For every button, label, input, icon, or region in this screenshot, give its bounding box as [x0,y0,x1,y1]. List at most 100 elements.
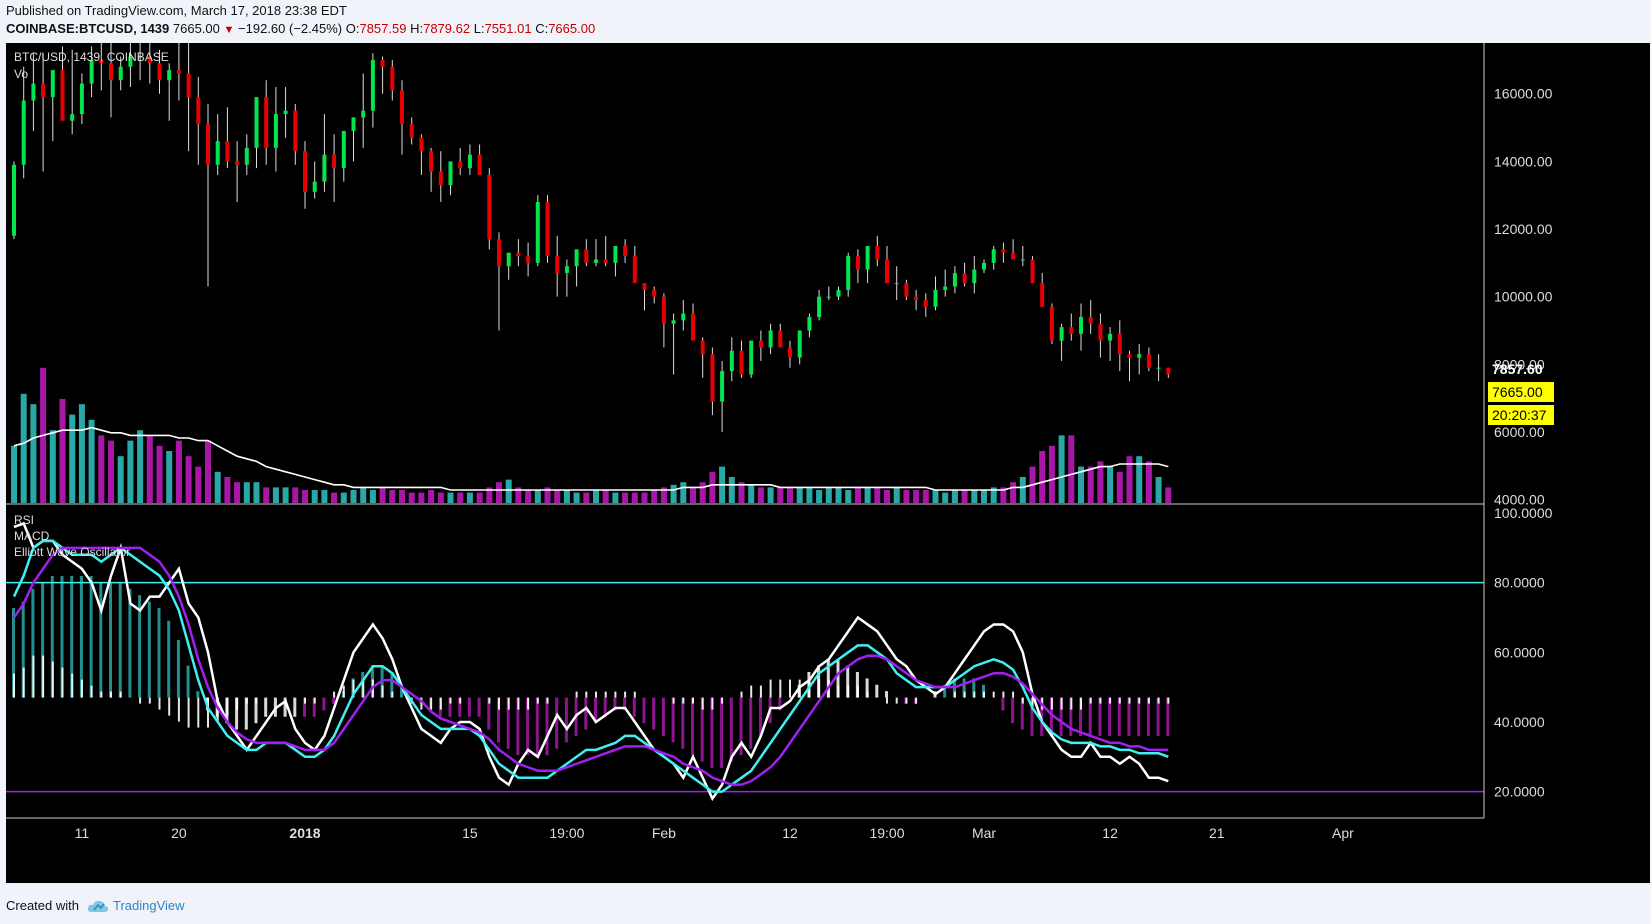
candle-body [865,245,870,270]
macd-histogram-bar [701,697,704,710]
volume-bar [835,487,842,503]
candle-body [535,201,540,263]
volume-bar [913,490,920,503]
volume-bar [30,404,37,503]
volume-bar [893,487,900,503]
ewo-bar [642,697,646,724]
candle-body [623,245,628,257]
oscillator-tick-label: 60.0000 [1494,644,1545,660]
macd-histogram-bar [245,697,248,704]
macd-histogram-bar [13,673,15,698]
last-price: 7665.00 [172,21,220,36]
volume-bar [1010,482,1017,503]
volume-bar [922,490,929,503]
countdown-label: 20:20:37 [1492,407,1547,423]
ewo-bar [1011,697,1015,724]
volume-bar [932,490,939,503]
macd-histogram-bar [488,697,491,704]
macd-histogram-bar [80,679,83,698]
volume-bar [428,490,435,503]
ewo-bar [186,665,190,698]
volume-bar [757,487,764,503]
macd-histogram-bar [847,685,850,698]
macd-histogram-bar [1109,697,1112,704]
candle-body [914,296,919,301]
candle-body [700,340,705,355]
candle-body [1137,354,1142,358]
macd-histogram-bar [633,691,636,698]
symbol-label: COINBASE:BTCUSD, 1439 [6,21,170,36]
macd-histogram-bar [895,697,898,704]
volume-bar [175,440,182,503]
volume-bar [942,492,949,503]
high-label: H: [410,21,424,36]
ewo-bar [875,684,879,698]
ewo-bar [555,697,559,749]
macd-histogram-bar [915,697,918,704]
candle-body [1156,367,1161,369]
ewo-bar [79,575,83,698]
time-tick-label: 21 [1209,825,1225,841]
macd-histogram-bar [430,697,433,710]
down-arrow-icon: ▼ [223,24,235,36]
macd-histogram-bar [905,697,908,704]
candle-body [429,151,434,172]
volume-bar [88,419,95,503]
macd-histogram-bar [1021,697,1024,704]
candle-body [467,154,472,169]
candle-body [322,154,327,182]
candle-body [273,114,278,148]
volume-bar [787,487,793,503]
macd-histogram-bar [158,697,161,710]
volume-bar [1058,435,1065,503]
macd-histogram-bar [953,691,956,698]
macd-histogram-bar [459,697,462,704]
candle-body [341,130,346,169]
candle-body [79,83,84,115]
candle-body [409,124,414,138]
volume-bar [622,492,629,503]
candle-body [1146,354,1151,368]
tradingview-link[interactable]: TradingView [113,898,185,913]
ewo-bar [147,601,151,698]
volume-bar [816,490,823,503]
chart-svg[interactable]: 4000.006000.008000.0010000.0012000.00140… [6,32,1650,883]
candle-body [933,289,938,307]
chart-background [6,43,1650,883]
volume-bar [340,492,347,503]
candle-body [720,371,725,402]
candle-body [710,354,715,402]
candle-body [758,340,763,348]
candle-body [526,256,531,263]
volume-bar [777,487,784,503]
candle-body [31,83,36,101]
candle-body [351,117,356,131]
candle-body [1088,316,1093,324]
candle-body [817,296,822,317]
candle-body [681,313,686,321]
volume-bar [496,482,502,503]
macd-histogram-bar [866,691,869,698]
candle-body [370,59,375,111]
volume-bar [156,445,163,503]
ewo-bar [632,697,636,717]
tradingview-cloud-icon [87,900,109,912]
volume-bar [418,492,425,503]
candle-body [962,273,967,284]
ewo-bar [467,697,471,717]
macd-histogram-bar [342,685,345,698]
candle-body [176,70,181,74]
macd-histogram-bar [1138,697,1141,704]
volume-bar [612,492,619,503]
candle-body [855,256,860,270]
volume-bar [1087,466,1094,503]
price-tick-label: 6000.00 [1494,424,1545,440]
volume-bar [11,445,17,503]
chart-area[interactable]: 4000.00 6000.00 8000.00 10000.00 12000.00 140… [6,32,1650,883]
volume-bar [379,487,386,503]
macd-histogram-bar [818,679,821,698]
volume-bar [1107,466,1114,503]
volume-bar [525,490,532,503]
volume-bar [796,487,803,503]
candle-body [448,161,453,186]
